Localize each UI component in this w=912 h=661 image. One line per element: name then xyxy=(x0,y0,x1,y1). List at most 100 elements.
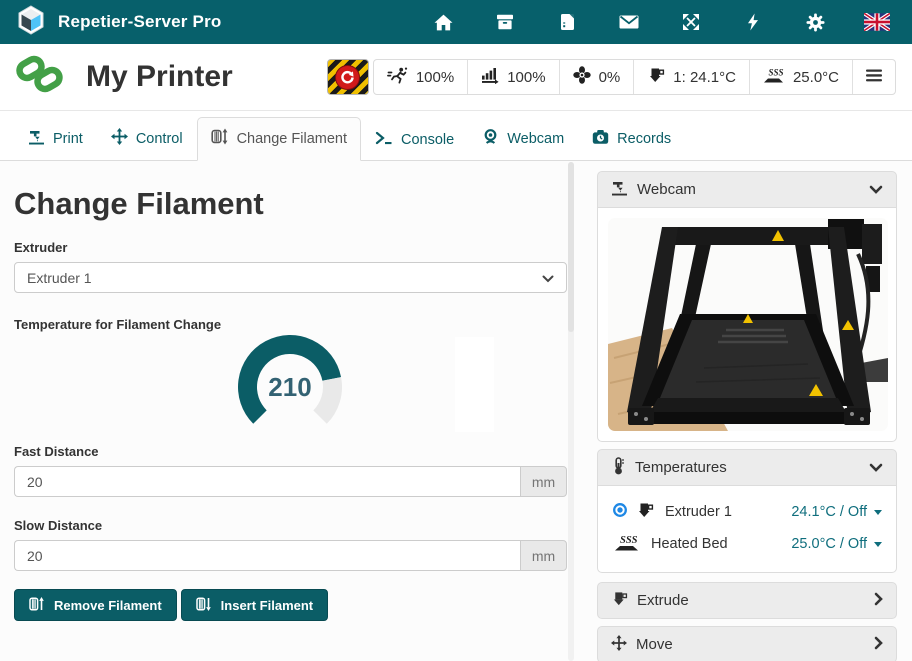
bed-row-value[interactable]: 25.0°C / Off xyxy=(791,536,882,552)
extruder-nozzle-icon xyxy=(611,591,628,610)
caret-down-icon xyxy=(874,542,882,547)
insert-filament-label: Insert Filament xyxy=(221,598,313,613)
chevron-right-icon xyxy=(874,592,883,610)
extruder-label: Extruder xyxy=(14,240,567,255)
tab-change-filament-label: Change Filament xyxy=(237,131,347,147)
printer-icon xyxy=(611,180,628,200)
target-radio-icon[interactable] xyxy=(612,502,628,523)
extruder-row-value[interactable]: 24.1°C / Off xyxy=(791,504,882,520)
thermometer-icon xyxy=(611,457,626,479)
temperature-gauge-area: 210 xyxy=(14,332,567,428)
bolt-icon[interactable] xyxy=(740,9,766,35)
slow-distance-input[interactable] xyxy=(14,540,520,571)
extruder-temp-value: 1: 24.1°C xyxy=(673,69,736,86)
extruder-status[interactable]: 1: 24.1°C xyxy=(633,60,749,94)
remove-filament-button[interactable]: Remove Filament xyxy=(14,589,177,621)
tab-print-label: Print xyxy=(53,131,83,147)
tab-change-filament[interactable]: Change Filament xyxy=(197,117,361,161)
tab-webcam[interactable]: Webcam xyxy=(468,117,578,160)
extruder-select[interactable]: Extruder 1 xyxy=(14,262,567,293)
tab-records[interactable]: Records xyxy=(578,118,685,160)
fan-icon xyxy=(573,66,591,88)
filament-spool-updown-icon xyxy=(211,128,229,149)
chevron-down-icon xyxy=(869,459,883,476)
temperature-knob[interactable]: 210 xyxy=(230,335,350,427)
fan-value: 0% xyxy=(599,69,621,86)
extruder-nozzle-icon xyxy=(636,502,654,523)
webcam-panel: Webcam xyxy=(597,171,897,442)
printer-status-bar: 100% 100% 0% xyxy=(327,59,896,95)
tab-control[interactable]: Control xyxy=(97,117,197,160)
extrude-panel-header[interactable]: Extrude xyxy=(597,582,897,619)
heated-bed-icon: SSS xyxy=(614,532,640,557)
uk-flag-icon[interactable] xyxy=(864,9,890,35)
tab-print[interactable]: Print xyxy=(14,118,97,160)
extrude-panel: Extrude xyxy=(597,582,897,619)
slow-distance-field: mm xyxy=(14,540,567,571)
chevron-right-icon xyxy=(874,636,883,654)
remove-filament-label: Remove Filament xyxy=(54,598,162,613)
home-icon[interactable] xyxy=(430,9,456,35)
filament-up-icon xyxy=(29,596,45,615)
bed-status[interactable]: SSS 25.0°C xyxy=(749,60,852,94)
move-panel-title: Move xyxy=(636,636,673,653)
navbar-icons xyxy=(430,9,896,35)
scrollbar-thumb[interactable] xyxy=(568,162,574,332)
move-panel-header[interactable]: Move xyxy=(597,626,897,661)
printer-tabs: Print Control Change Filament Console We… xyxy=(0,111,912,161)
tab-records-label: Records xyxy=(617,131,671,147)
book-icon[interactable] xyxy=(554,9,580,35)
connection-chain-icon xyxy=(16,54,64,101)
bed-temp-value: 25.0°C xyxy=(793,69,839,86)
printer-menu-button[interactable] xyxy=(852,60,895,94)
temperatures-panel-body: Extruder 1 24.1°C / Off SSS Heated Bed 2… xyxy=(597,486,897,573)
webcam-panel-title: Webcam xyxy=(637,181,696,198)
emergency-stop-button[interactable] xyxy=(327,59,369,95)
brand[interactable]: Repetier-Server Pro xyxy=(16,5,221,40)
flow-status[interactable]: 100% xyxy=(467,60,558,94)
temperatures-panel: Temperatures Extruder 1 24.1°C / Off xyxy=(597,449,897,573)
filament-down-icon xyxy=(196,596,212,615)
fan-status[interactable]: 0% xyxy=(559,60,634,94)
expand-arrows-icon[interactable] xyxy=(678,9,704,35)
tab-console[interactable]: Console xyxy=(361,120,468,160)
repetier-logo-icon xyxy=(16,5,46,40)
printer-header: My Printer 100% 100% xyxy=(0,44,912,111)
webcam-panel-header[interactable]: Webcam xyxy=(597,171,897,208)
temperature-value: 210 xyxy=(268,372,311,402)
speed-status[interactable]: 100% xyxy=(374,60,467,94)
move-arrows-icon xyxy=(111,128,128,149)
flow-value: 100% xyxy=(507,69,545,86)
emergency-reset-icon xyxy=(335,65,360,90)
move-arrows-icon xyxy=(611,635,627,655)
extruder-nozzle-icon xyxy=(647,67,665,87)
bed-temp-row: SSS Heated Bed 25.0°C / Off xyxy=(612,530,882,558)
print-icon xyxy=(28,129,45,149)
tab-control-label: Control xyxy=(136,131,183,147)
hamburger-menu-icon xyxy=(866,69,882,86)
extrude-panel-title: Extrude xyxy=(637,592,689,609)
fast-distance-input[interactable] xyxy=(14,466,520,497)
mail-icon[interactable] xyxy=(616,9,642,35)
console-icon xyxy=(375,131,393,149)
move-panel: Move xyxy=(597,626,897,661)
gear-icon[interactable] xyxy=(802,9,828,35)
webcam-snapshot[interactable] xyxy=(608,218,888,431)
speed-value: 100% xyxy=(416,69,454,86)
insert-filament-button[interactable]: Insert Filament xyxy=(181,589,328,621)
content-scrollbar[interactable] xyxy=(568,162,574,661)
extruder-row-name: Extruder 1 xyxy=(665,504,732,520)
bed-row-name: Heated Bed xyxy=(651,536,728,552)
extruder-temp-row: Extruder 1 24.1°C / Off xyxy=(612,498,882,526)
svg-text:SSS: SSS xyxy=(620,535,638,546)
archive-box-icon[interactable] xyxy=(492,9,518,35)
fast-distance-unit: mm xyxy=(520,466,567,497)
brand-title: Repetier-Server Pro xyxy=(58,12,221,32)
chevron-down-icon xyxy=(869,181,883,198)
caret-down-icon xyxy=(874,510,882,515)
speed-runner-icon xyxy=(387,67,408,88)
slow-distance-unit: mm xyxy=(520,540,567,571)
fast-distance-label: Fast Distance xyxy=(14,444,567,459)
temperatures-panel-header[interactable]: Temperatures xyxy=(597,449,897,486)
tab-webcam-label: Webcam xyxy=(507,131,564,147)
